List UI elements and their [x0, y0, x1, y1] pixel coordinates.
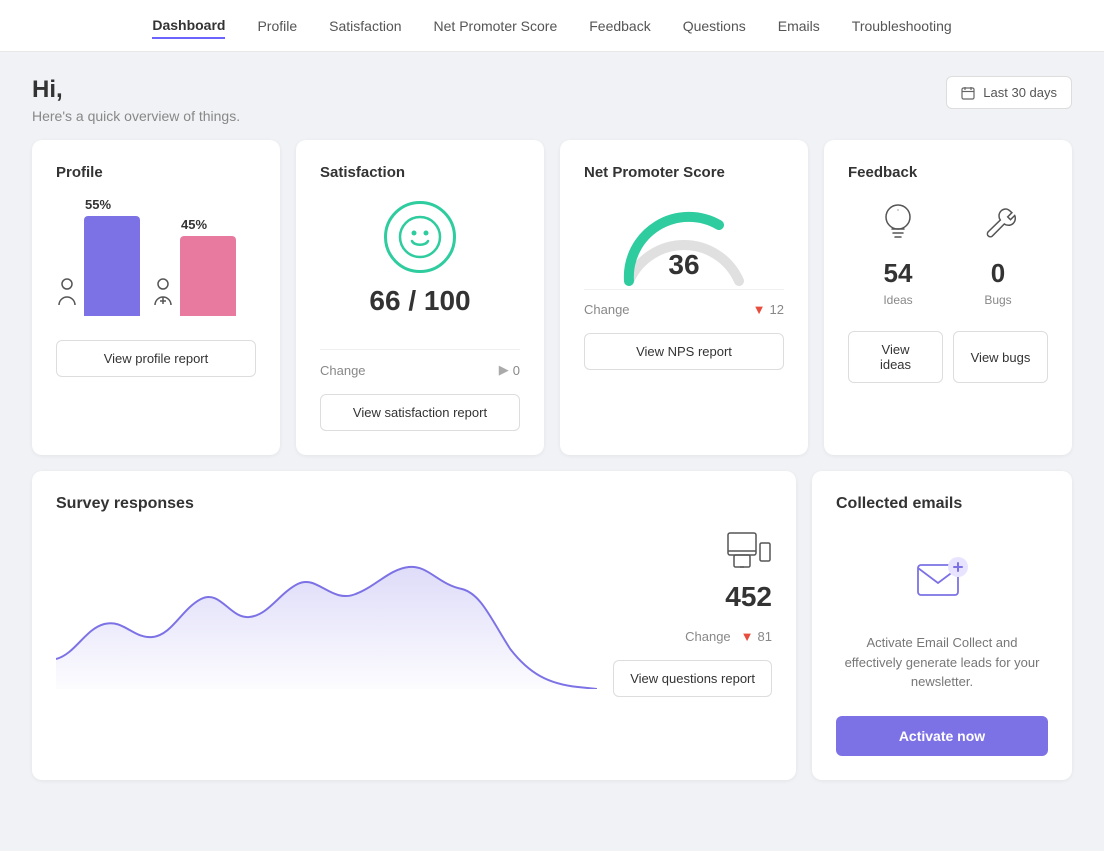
page-subtitle: Here's a quick overview of things.: [32, 108, 240, 124]
email-card: Collected emails Activate Email Collect …: [812, 471, 1072, 780]
feedback-ideas: 54 Ideas: [878, 201, 918, 307]
view-satisfaction-report-button[interactable]: View satisfaction report: [320, 394, 520, 431]
cards-row: Profile 55% 45%: [0, 140, 1104, 471]
bar-female: 45%: [152, 217, 236, 316]
male-icon: [56, 278, 78, 312]
nav-satisfaction[interactable]: Satisfaction: [329, 14, 401, 38]
view-nps-report-button[interactable]: View NPS report: [584, 333, 784, 370]
profile-card: Profile 55% 45%: [32, 140, 280, 455]
date-range-label: Last 30 days: [983, 85, 1057, 100]
satisfaction-score: 66 / 100: [320, 285, 520, 317]
profile-bars: 55% 45%: [56, 197, 256, 316]
email-description: Activate Email Collect and effectively g…: [836, 633, 1048, 692]
satisfaction-card: Satisfaction 66 / 100 Change ▶ 0 View sa…: [296, 140, 544, 455]
nps-score: 36: [668, 249, 699, 281]
satisfaction-title: Satisfaction: [320, 164, 520, 181]
bottom-row: Survey responses: [0, 471, 1104, 812]
female-icon: [152, 278, 174, 312]
survey-arrow-down-icon: ▼: [741, 629, 754, 644]
survey-stats: 452 Change ▼ 81 View questions report: [613, 529, 772, 697]
nav-nps[interactable]: Net Promoter Score: [434, 14, 558, 38]
nps-title: Net Promoter Score: [584, 164, 784, 181]
chart-container: [56, 529, 597, 729]
arrow-down-icon: ▼: [753, 302, 766, 317]
survey-count: 452: [613, 581, 772, 613]
gauge-wrap: 36: [614, 201, 754, 281]
header-left: Hi, Here's a quick overview of things.: [32, 76, 240, 124]
male-bar: [84, 216, 140, 316]
nps-change-number: 12: [770, 302, 784, 317]
nps-gauge: 36: [584, 185, 784, 289]
nps-change-row: Change ▼ 12: [584, 289, 784, 317]
arrow-right-icon: ▶: [499, 362, 509, 378]
nav-troubleshooting[interactable]: Troubleshooting: [852, 14, 952, 38]
nav-emails[interactable]: Emails: [778, 14, 820, 38]
profile-title: Profile: [56, 164, 256, 181]
nps-change-val: ▼ 12: [753, 302, 784, 317]
survey-device-icon: [613, 529, 772, 573]
feedback-card: Feedback 54 Ideas 0 Bugs View ideas: [824, 140, 1072, 455]
nav-questions[interactable]: Questions: [683, 14, 746, 38]
female-pct: 45%: [181, 217, 207, 232]
activate-now-button[interactable]: Activate now: [836, 716, 1048, 756]
satisfaction-center: 66 / 100: [320, 185, 520, 349]
survey-chart: [56, 529, 597, 689]
email-title: Collected emails: [836, 495, 962, 513]
bar-male: 55%: [56, 197, 140, 316]
satisfaction-change-val: ▶ 0: [499, 362, 520, 378]
nav-profile[interactable]: Profile: [257, 14, 297, 38]
email-collect-icon: [914, 553, 970, 617]
page-greeting: Hi,: [32, 76, 240, 104]
view-profile-report-button[interactable]: View profile report: [56, 340, 256, 377]
view-ideas-button[interactable]: View ideas: [848, 331, 943, 383]
feedback-bugs: 0 Bugs: [978, 201, 1018, 307]
feedback-buttons: View ideas View bugs: [848, 331, 1048, 383]
feedback-icons: 54 Ideas 0 Bugs: [848, 185, 1048, 315]
view-bugs-button[interactable]: View bugs: [953, 331, 1048, 383]
view-questions-report-button[interactable]: View questions report: [613, 660, 772, 697]
nav-feedback[interactable]: Feedback: [589, 14, 650, 38]
calendar-icon: [961, 86, 975, 100]
ideas-label: Ideas: [878, 293, 918, 307]
male-pct: 55%: [85, 197, 111, 212]
survey-title: Survey responses: [56, 495, 772, 513]
satisfaction-change-label: Change: [320, 363, 366, 378]
satisfaction-change-row: Change ▶ 0: [320, 349, 520, 378]
nav-dashboard[interactable]: Dashboard: [152, 13, 225, 39]
survey-change-val: 81: [758, 629, 772, 644]
lightbulb-icon: [878, 201, 918, 245]
survey-card: Survey responses: [32, 471, 796, 780]
feedback-title: Feedback: [848, 164, 1048, 181]
nps-card: Net Promoter Score 36 Change ▼ 12 View N…: [560, 140, 808, 455]
survey-change-row: Change ▼ 81: [613, 629, 772, 644]
female-bar: [180, 236, 236, 316]
bugs-label: Bugs: [978, 293, 1018, 307]
smiley-icon: [384, 201, 456, 273]
nav-bar: Dashboard Profile Satisfaction Net Promo…: [0, 0, 1104, 52]
nps-change-label: Change: [584, 302, 630, 317]
ideas-count: 54: [878, 258, 918, 289]
bugs-count: 0: [978, 258, 1018, 289]
survey-change-label: Change: [685, 629, 731, 644]
date-range-button[interactable]: Last 30 days: [946, 76, 1072, 109]
satisfaction-change-number: 0: [513, 363, 520, 378]
wrench-icon: [978, 201, 1018, 245]
page-header: Hi, Here's a quick overview of things. L…: [0, 52, 1104, 140]
